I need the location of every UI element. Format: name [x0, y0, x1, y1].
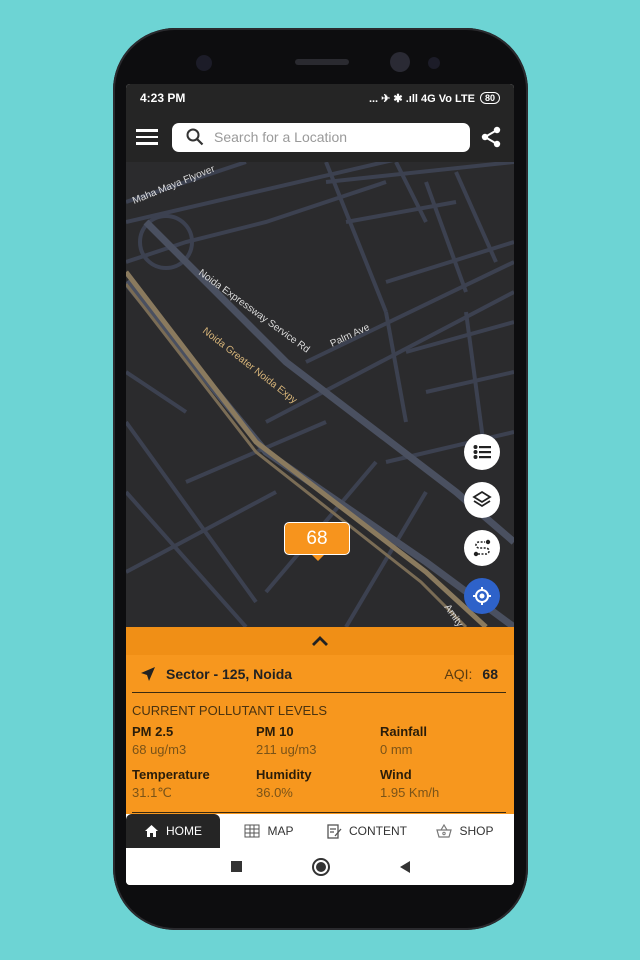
location-row: Sector - 125, Noida AQI: 68	[132, 655, 506, 693]
layers-button[interactable]	[464, 482, 500, 518]
location-name: Sector - 125, Noida	[166, 665, 293, 682]
metric-label: Wind	[380, 767, 412, 782]
route-button[interactable]	[464, 530, 500, 566]
basket-icon	[436, 824, 453, 838]
list-icon	[473, 445, 491, 459]
navigation-arrow-icon	[141, 666, 155, 681]
search-placeholder: Search for a Location	[214, 129, 348, 145]
metric-rainfall: Rainfall 0 mm	[380, 724, 504, 757]
menu-icon[interactable]	[136, 129, 158, 145]
metric-value: 68 ug/m3	[132, 742, 187, 757]
section-title: CURRENT POLLUTANT LEVELS	[132, 703, 328, 718]
route-icon	[473, 539, 491, 557]
metric-pm25: PM 2.5 68 ug/m3	[132, 724, 256, 757]
target-icon	[473, 587, 491, 605]
metric-pm10: PM 10 211 ug/m3	[256, 724, 380, 757]
metric-value: 211 ug/m3	[256, 742, 317, 757]
tab-label: MAP	[267, 824, 294, 838]
tab-map[interactable]: MAP	[220, 814, 318, 848]
metric-temperature: Temperature 31.1℃	[132, 767, 256, 801]
speaker	[295, 59, 349, 65]
metric-value: 36.0%	[256, 785, 293, 800]
metric-humidity: Humidity 36.0%	[256, 767, 380, 801]
tab-label: HOME	[166, 824, 202, 838]
metric-label: Rainfall	[380, 724, 427, 739]
aqi-label: AQI:	[444, 665, 473, 682]
tab-shop[interactable]: SHOP	[416, 814, 514, 848]
expand-handle[interactable]	[126, 627, 514, 655]
back-icon[interactable]	[399, 860, 410, 873]
tab-label: SHOP	[459, 824, 494, 838]
status-indicators: ... ✈ ✱ .ıll 4G Vo LTE	[368, 92, 475, 105]
list-button[interactable]	[464, 434, 500, 470]
metric-wind: Wind 1.95 Km/h	[380, 767, 504, 801]
map-icon	[244, 824, 260, 838]
aqi-value: 68	[482, 665, 498, 682]
search-input[interactable]: Search for a Location	[172, 122, 470, 152]
map-view[interactable]: Maha Maya Flyover Noida Expressway Servi…	[126, 130, 514, 630]
metric-label: PM 2.5	[132, 724, 174, 739]
aqi-marker[interactable]: 68	[284, 522, 350, 561]
metric-label: Humidity	[256, 767, 312, 782]
layers-icon	[472, 490, 492, 508]
metric-value: 0 mm	[380, 742, 413, 757]
metric-value: 1.95 Km/h	[380, 785, 440, 800]
map-label: Palm Ave	[329, 322, 372, 350]
edit-document-icon	[327, 823, 342, 839]
search-icon	[186, 128, 204, 146]
metrics-grid: PM 2.5 68 ug/m3 PM 10 211 ug/m3 Rainfall 0 …	[132, 724, 514, 801]
divider	[132, 812, 506, 813]
top-bar: Search for a Location	[126, 112, 514, 162]
sensor-icon	[196, 55, 212, 71]
map-label: Maha Maya Flyover	[131, 163, 217, 206]
my-location-button[interactable]	[464, 578, 500, 614]
share-icon[interactable]	[480, 126, 502, 148]
tab-content[interactable]: CONTENT	[318, 814, 416, 848]
bottom-nav: HOME MAP CONTENT SHOP	[126, 814, 514, 848]
chevron-up-icon	[312, 635, 328, 646]
status-bar: 4:23 PM ... ✈ ✱ .ıll 4G Vo LTE 80	[126, 84, 514, 112]
aqi-panel: Sector - 125, Noida AQI: 68 CURRENT POLL…	[126, 627, 514, 815]
front-camera-icon	[390, 52, 410, 72]
recents-icon[interactable]	[230, 861, 242, 872]
metric-value: 31.1℃	[132, 785, 172, 800]
home-icon	[145, 825, 158, 837]
sensor-icon	[428, 57, 440, 69]
metric-label: PM 10	[256, 724, 294, 739]
system-nav-bar	[126, 848, 514, 885]
metric-label: Temperature	[132, 767, 210, 782]
battery-icon: 80	[479, 92, 500, 104]
screen: 4:23 PM ... ✈ ✱ .ıll 4G Vo LTE 80 Search…	[126, 84, 514, 885]
tab-label: CONTENT	[349, 824, 407, 838]
home-button-icon[interactable]	[311, 857, 330, 876]
tab-home[interactable]: HOME	[126, 814, 220, 848]
status-time: 4:23 PM	[140, 91, 186, 105]
